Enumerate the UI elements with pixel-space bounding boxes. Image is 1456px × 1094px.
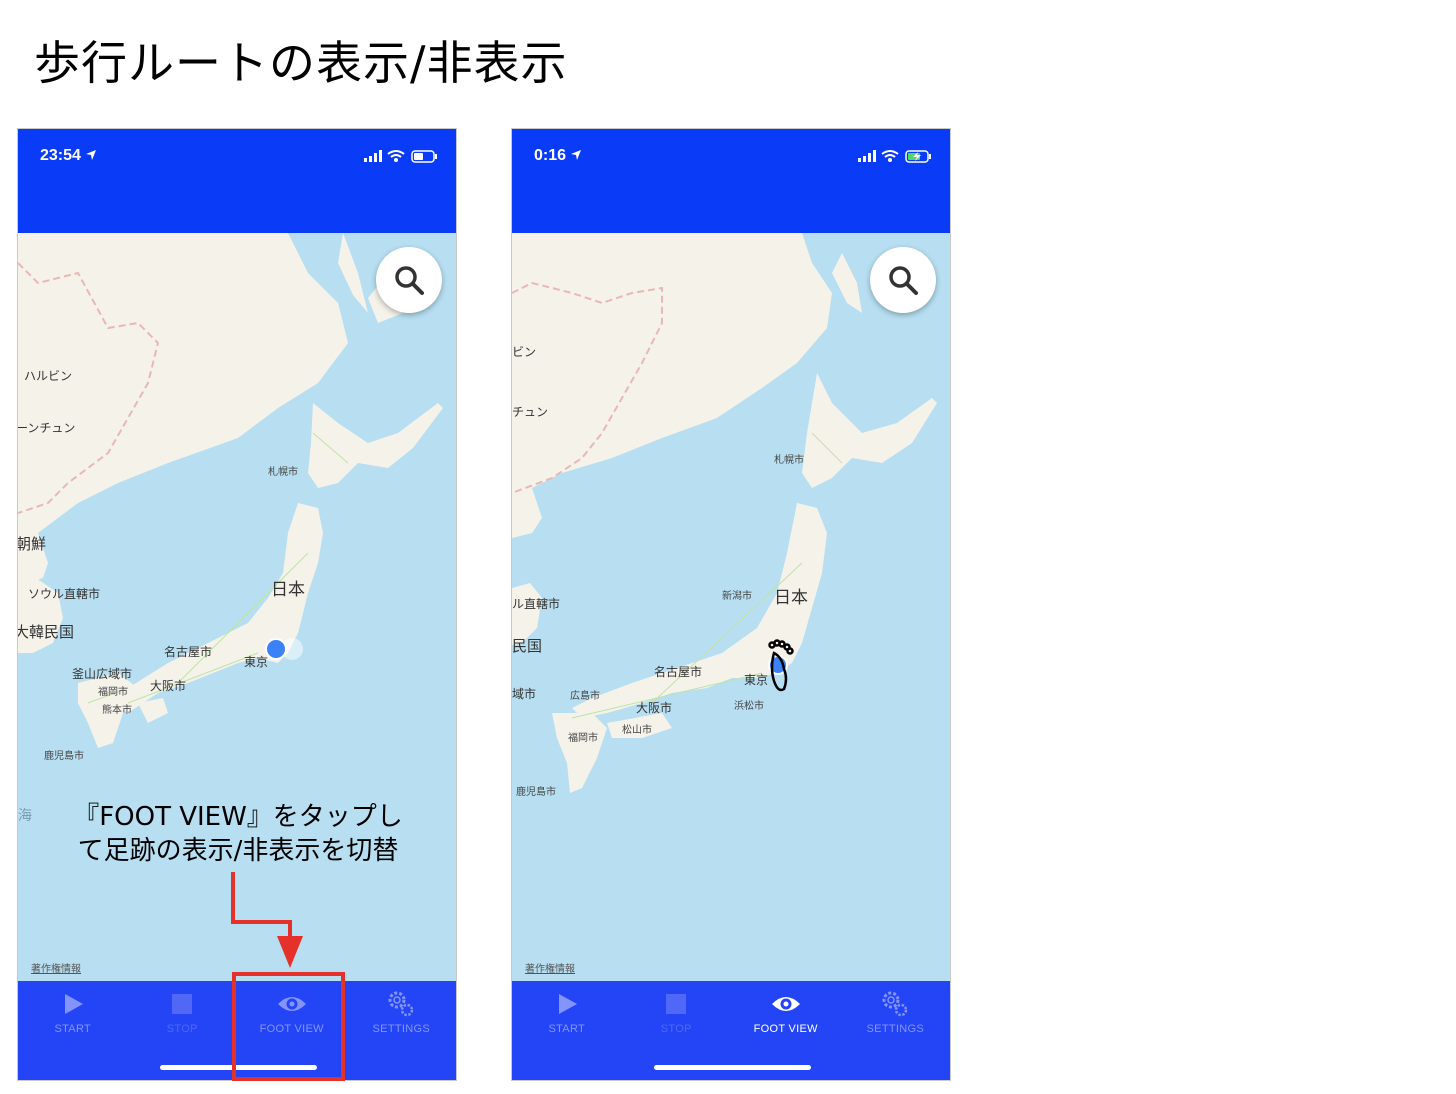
tab-label: FOOT VIEW bbox=[753, 1023, 818, 1035]
map-label-kagoshima: 鹿児島市 bbox=[44, 751, 84, 762]
map-label-sea: 海 bbox=[18, 808, 32, 824]
map-label-sapporo: 札幌市 bbox=[268, 467, 298, 478]
map-label-tokyo: 東京 bbox=[744, 673, 769, 687]
map-label-nagoya: 名古屋市 bbox=[654, 665, 703, 679]
map-label-nagoya: 名古屋市 bbox=[164, 645, 213, 659]
location-arrow-icon bbox=[86, 150, 97, 160]
annotation-text: 『FOOT VIEW』をタップし て足跡の表示/非表示を切替 bbox=[48, 800, 428, 868]
current-location-dot bbox=[265, 638, 287, 660]
map-label-korea-south: 民国 bbox=[512, 637, 543, 655]
map-label-korea-south: 大韓民国 bbox=[17, 623, 75, 641]
map-label-seoul: ル直轄市 bbox=[512, 597, 561, 611]
tab-label: START bbox=[548, 1023, 586, 1035]
legal-link[interactable]: 著作権情報 bbox=[31, 960, 81, 975]
status-icons bbox=[364, 150, 437, 163]
map-label-harbin: ビン bbox=[512, 345, 537, 359]
map-label-harbin: ハルビン bbox=[24, 369, 73, 383]
phone-screen-left: 23:54 ハルビン ーンチュン 札幌市 朝鮮 日本 ソウル直轄市 大韓民国 名… bbox=[17, 128, 457, 1081]
tab-label: START bbox=[54, 1023, 92, 1035]
map-view[interactable]: ビン チュン 札幌市 新潟市 日本 ル直轄市 民国 名古屋市 東京 域市 広島市… bbox=[512, 233, 950, 983]
battery-icon bbox=[411, 150, 437, 163]
annotation-line-2: て足跡の表示/非表示を切替 bbox=[77, 836, 399, 866]
wifi-icon bbox=[881, 150, 899, 158]
map-canvas bbox=[18, 233, 456, 983]
app-header: 0:16 bbox=[512, 129, 950, 233]
tab-settings[interactable]: SETTINGS bbox=[347, 981, 457, 1080]
map-label-kagoshima: 鹿児島市 bbox=[516, 787, 556, 798]
tab-label: STOP bbox=[166, 1023, 198, 1035]
map-label-hiroshima: 広島市 bbox=[570, 691, 600, 702]
map-label-sapporo: 札幌市 bbox=[774, 455, 804, 466]
tab-start[interactable]: START bbox=[18, 981, 128, 1080]
map-label-hamamatsu: 浜松市 bbox=[734, 701, 764, 712]
tab-label: STOP bbox=[660, 1023, 692, 1035]
map-label-fukuoka: 福岡市 bbox=[568, 733, 598, 744]
slide-title: 歩行ルートの表示/非表示 bbox=[34, 36, 568, 90]
map-label-osaka: 大阪市 bbox=[636, 701, 673, 715]
eye-icon bbox=[771, 997, 800, 1011]
battery-charging-icon bbox=[905, 150, 931, 163]
map-label-changchun: ーンチュン bbox=[17, 421, 76, 435]
legal-link[interactable]: 著作権情報 bbox=[525, 960, 575, 975]
phone-screen-right: 0:16 ビン チュン 札幌市 新潟市 日本 ル直轄市 民国 名古屋市 東京 域… bbox=[511, 128, 951, 1081]
status-time: 23:54 bbox=[40, 147, 97, 165]
location-arrow-icon bbox=[571, 150, 582, 160]
map-label-seoul: ソウル直轄市 bbox=[28, 587, 101, 601]
search-button[interactable] bbox=[870, 247, 936, 313]
map-label-niigata: 新潟市 bbox=[722, 591, 752, 602]
status-icons bbox=[858, 150, 931, 163]
tab-start[interactable]: START bbox=[512, 981, 622, 1080]
map-label-fukuoka: 福岡市 bbox=[98, 687, 128, 698]
tab-settings[interactable]: SETTINGS bbox=[841, 981, 951, 1080]
signal-icon bbox=[858, 150, 876, 162]
gears-icon bbox=[388, 991, 414, 1017]
status-time: 0:16 bbox=[534, 147, 582, 165]
tab-label: SETTINGS bbox=[372, 1023, 430, 1035]
map-label-kumamoto: 熊本市 bbox=[102, 705, 132, 716]
wifi-icon bbox=[387, 150, 405, 158]
tab-label: SETTINGS bbox=[866, 1023, 924, 1035]
search-icon bbox=[889, 266, 918, 295]
play-icon bbox=[558, 994, 577, 1014]
map-label-japan: 日本 bbox=[271, 580, 305, 600]
map-label-busan: 域市 bbox=[512, 687, 537, 701]
map-label-changchun: チュン bbox=[512, 405, 549, 419]
annotation-line-1: 『FOOT VIEW』をタップし bbox=[73, 802, 403, 832]
map-label-korea-north: 朝鮮 bbox=[17, 535, 47, 553]
map-label-busan: 釜山広域市 bbox=[72, 667, 133, 681]
app-header: 23:54 bbox=[18, 129, 456, 233]
map-canvas bbox=[512, 233, 950, 983]
play-icon bbox=[64, 994, 83, 1014]
map-label-osaka: 大阪市 bbox=[150, 679, 187, 693]
gears-icon bbox=[882, 991, 908, 1017]
search-button[interactable] bbox=[376, 247, 442, 313]
search-icon bbox=[395, 266, 424, 295]
foot-view-highlight-box bbox=[232, 972, 345, 1081]
stop-icon bbox=[172, 994, 193, 1014]
signal-icon bbox=[364, 150, 382, 162]
map-label-tokyo: 東京 bbox=[244, 655, 269, 669]
tab-bar: START STOP FOOT VIEW SETTINGS bbox=[512, 981, 950, 1080]
map-label-matsuyama: 松山市 bbox=[622, 725, 652, 736]
home-indicator[interactable] bbox=[654, 1065, 811, 1070]
map-view[interactable]: ハルビン ーンチュン 札幌市 朝鮮 日本 ソウル直轄市 大韓民国 名古屋市 東京… bbox=[18, 233, 456, 983]
stop-icon bbox=[666, 994, 687, 1014]
map-label-japan: 日本 bbox=[774, 588, 808, 608]
